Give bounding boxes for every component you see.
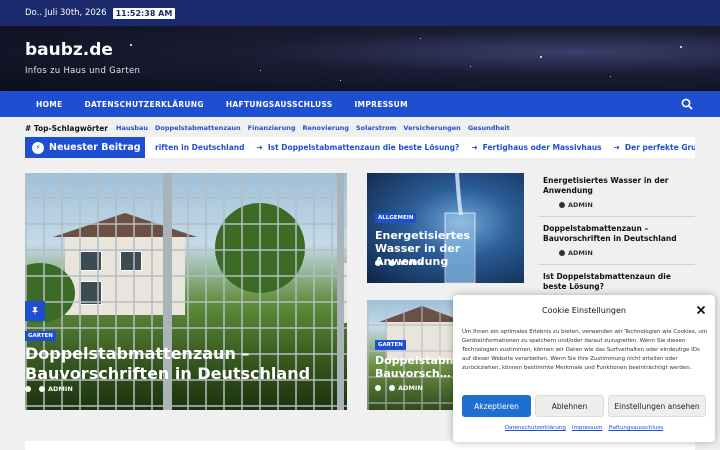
site-tagline: Infos zu Haus und Garten <box>25 66 141 76</box>
ticker-item-text[interactable]: riften in Deutschland <box>155 143 245 152</box>
author-link[interactable]: ADMIN <box>39 385 73 393</box>
cookie-dialog-title: Cookie Einstellungen <box>542 306 626 315</box>
list-item-title[interactable]: Doppelstabmattenzaun – Bauvorschriften i… <box>543 224 691 244</box>
ticker-label-text: Neuester Beitrag <box>49 142 141 153</box>
post-meta: ADMIN <box>25 385 73 393</box>
nav-haftungsausschluss[interactable]: HAFTUNGSAUSSCHLUSS <box>215 100 344 109</box>
link-haftungsausschluss[interactable]: Haftungsausschluss <box>608 425 663 431</box>
post-meta: ADMIN <box>375 384 423 392</box>
cookie-dialog-text: Um Ihnen ein optimales Erlebnis zu biete… <box>462 329 708 371</box>
list-item[interactable]: Energetisiertes Wasser in der Anwendung … <box>539 173 695 217</box>
ticker-items: riften in Deutschland ➜ Ist Doppelstabmat… <box>145 143 695 152</box>
nav-home[interactable]: HOME <box>25 100 73 109</box>
author-name[interactable]: ADMIN <box>398 384 423 392</box>
author-link[interactable]: ADMIN <box>389 384 423 392</box>
tag-link[interactable]: Versicherungen <box>402 124 461 132</box>
site-title[interactable]: baubz.de <box>25 40 113 60</box>
tag-link[interactable]: Renovierung <box>302 124 351 132</box>
arrow-right-icon: ➜ <box>256 143 263 152</box>
list-item[interactable]: Doppelstabmattenzaun – Bauvorschriften i… <box>539 221 695 265</box>
content-section <box>25 441 695 450</box>
pin-icon[interactable] <box>25 301 45 321</box>
ticker-item-text[interactable]: Fertighaus oder Massivhaus <box>483 143 602 152</box>
main-navigation: HOME DATENSCHUTZERKLÄRUNG HAFTUNGSAUSSCH… <box>0 91 720 117</box>
tag-link[interactable]: Doppelstabmattenzaun <box>154 124 242 132</box>
link-impressum[interactable]: Impressum <box>572 425 603 431</box>
cookie-consent-dialog: Cookie Einstellungen Um Ihnen ein optima… <box>453 295 715 442</box>
author-name[interactable]: ADMIN <box>568 249 593 257</box>
author-name[interactable]: ADMIN <box>48 385 73 393</box>
clock-icon <box>25 386 31 392</box>
ticker-item[interactable]: riften in Deutschland <box>155 143 245 152</box>
user-icon <box>559 250 565 256</box>
nav-impressum[interactable]: IMPRESSUM <box>343 100 418 109</box>
bolt-icon: ⚡ <box>32 141 44 154</box>
category-badge[interactable]: GARTEN <box>375 340 406 350</box>
list-item-title[interactable]: Ist Doppelstabmattenzaun die beste Lösun… <box>543 272 691 292</box>
arrow-right-icon: ➜ <box>613 143 620 152</box>
user-icon <box>559 202 565 208</box>
current-date: Do.. Juli 30th, 2026 <box>25 8 107 18</box>
current-time: 11:52:38 AM <box>112 7 176 19</box>
featured-post-card[interactable]: GARTEN Doppelstabmattenzaun – Bauvorschr… <box>25 173 347 410</box>
recent-posts-list: Energetisiertes Wasser in der Anwendung … <box>539 173 695 304</box>
user-icon <box>39 386 45 392</box>
author-link[interactable]: ADMIN <box>543 201 691 209</box>
category-badge[interactable]: ALLGEMEIN <box>375 213 417 223</box>
post-meta: ADMIN <box>375 259 423 267</box>
deny-button[interactable]: Ablehnen <box>535 395 604 417</box>
ticker-item-text[interactable]: Ist Doppelstabmattenzaun die beste Lösun… <box>268 143 460 152</box>
user-icon <box>389 385 395 391</box>
tag-link[interactable]: Finanzierung <box>247 124 297 132</box>
post-card[interactable]: ALLGEMEIN Energetisiertes Wasser in der … <box>367 173 524 283</box>
link-datenschutz[interactable]: Datenschutzerklärung <box>505 425 566 431</box>
cookie-dialog-links: Datenschutzerklärung Impressum Haftungsa… <box>453 425 715 431</box>
tag-link[interactable]: Gesundheit <box>467 124 511 132</box>
featured-post-title[interactable]: Doppelstabmattenzaun – Bauvorschriften i… <box>25 344 325 384</box>
close-icon[interactable] <box>696 305 706 315</box>
author-link[interactable]: ADMIN <box>543 249 691 257</box>
author-name[interactable]: ADMIN <box>398 259 423 267</box>
author-name[interactable]: ADMIN <box>568 201 593 209</box>
clock-icon <box>375 260 381 266</box>
user-icon <box>389 260 395 266</box>
top-tags: # Top-Schlagwörter Hausbau Doppelstabmat… <box>25 121 511 135</box>
ticker-item-text[interactable]: Der perfekte Grundriss <box>625 143 695 152</box>
arrow-right-icon: ➜ <box>471 143 478 152</box>
clock-icon <box>375 385 381 391</box>
accept-button[interactable]: Akzeptieren <box>462 395 531 417</box>
category-badge[interactable]: GARTEN <box>25 331 56 341</box>
top-tags-heading: # Top-Schlagwörter <box>25 123 108 133</box>
author-link[interactable]: ADMIN <box>389 259 423 267</box>
tag-link[interactable]: Solarstrom <box>355 124 397 132</box>
tag-link[interactable]: Hausbau <box>115 124 149 132</box>
news-ticker: ⚡ Neuester Beitrag riften in Deutschland… <box>25 137 695 158</box>
list-item-title[interactable]: Energetisiertes Wasser in der Anwendung <box>543 176 691 196</box>
preferences-button[interactable]: Einstellungen ansehen <box>608 395 706 417</box>
ticker-item[interactable]: ➜ Ist Doppelstabmattenzaun die beste Lösu… <box>257 143 460 152</box>
search-icon[interactable] <box>680 97 694 111</box>
nav-datenschutz[interactable]: DATENSCHUTZERKLÄRUNG <box>73 100 214 109</box>
ticker-item[interactable]: ➜ Der perfekte Grundriss <box>614 143 695 152</box>
ticker-label: ⚡ Neuester Beitrag <box>25 137 145 158</box>
ticker-item[interactable]: ➜ Fertighaus oder Massivhaus <box>471 143 601 152</box>
top-bar: Do.. Juli 30th, 2026 11:52:38 AM <box>0 0 720 26</box>
site-header-banner: baubz.de Infos zu Haus und Garten <box>0 26 720 91</box>
